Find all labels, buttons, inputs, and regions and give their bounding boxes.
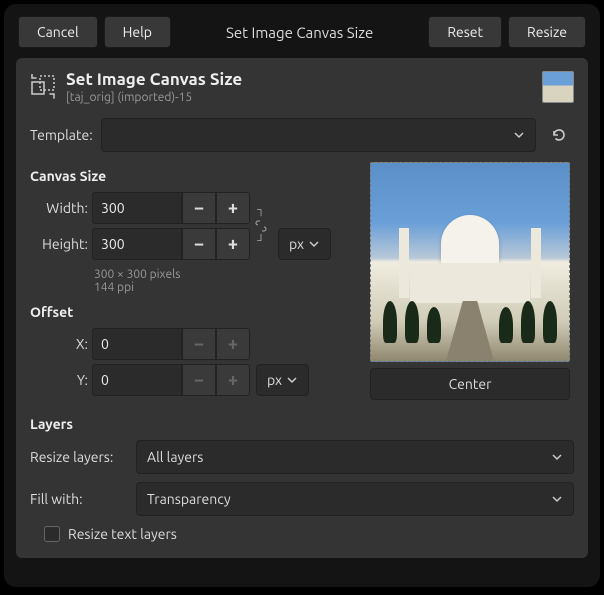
template-combo[interactable] [101,118,536,152]
offset-y-decrement[interactable]: − [182,364,216,396]
reset-button[interactable]: Reset [428,16,502,48]
offset-y-label: Y: [30,372,88,388]
header: Set Image Canvas Size [taj_orig] (import… [30,70,574,104]
chevron-down-icon [308,238,320,250]
toolbar: Cancel Help Set Image Canvas Size Reset … [6,6,598,58]
chain-broken-icon [255,220,267,232]
dimensions-readout: 300 × 300 pixels [94,268,352,281]
width-label: Width: [30,200,88,216]
page-title: Set Image Canvas Size [66,70,532,89]
ppi-readout: 144 ppi [94,281,352,294]
canvas-resize-icon [30,74,56,100]
link-bottom-icon: ┘ [257,236,265,247]
width-row: Width: − + [30,192,250,224]
height-label: Height: [30,236,88,252]
width-increment[interactable]: + [216,192,250,224]
resize-layers-value: All layers [147,449,203,465]
chevron-down-icon [513,129,525,141]
resize-text-layers-label: Resize text layers [68,526,177,542]
offset-unit-value: px [267,372,282,388]
link-top-icon: ┐ [257,205,265,216]
offset-x-increment[interactable]: + [216,328,250,360]
fill-with-label: Fill with: [30,491,126,507]
width-input[interactable] [92,192,182,224]
offset-y-input[interactable] [92,364,182,396]
offset-unit-combo[interactable]: px [256,364,309,396]
height-increment[interactable]: + [216,228,250,260]
resize-text-layers-checkbox[interactable] [44,526,60,542]
resize-layers-combo[interactable]: All layers [136,440,574,474]
resize-layers-label: Resize layers: [30,449,126,465]
resize-layers-row: Resize layers: All layers [30,440,574,474]
offset-x-decrement[interactable]: − [182,328,216,360]
resize-button[interactable]: Resize [508,16,586,48]
cancel-button[interactable]: Cancel [18,16,98,48]
resize-text-layers-row: Resize text layers [44,526,574,542]
chevron-down-icon [551,493,563,505]
offset-section: Offset [30,304,352,320]
layers-section: Layers [30,416,574,432]
offset-x-label: X: [30,336,88,352]
chevron-down-icon [286,374,298,386]
chevron-down-icon [551,451,563,463]
offset-x-row: X: − + [30,328,352,360]
template-row: Template: [30,118,574,152]
width-decrement[interactable]: − [182,192,216,224]
canvas-unit-value: px [289,236,304,252]
page-subtitle: [taj_orig] (imported)-15 [66,91,532,104]
template-label: Template: [30,127,93,143]
offset-x-input[interactable] [92,328,182,360]
height-input[interactable] [92,228,182,260]
template-reset-button[interactable] [544,126,574,144]
fill-with-combo[interactable]: Transparency [136,482,574,516]
canvas-unit-combo[interactable]: px [278,228,331,260]
offset-y-row: Y: − + px [30,364,352,396]
height-decrement[interactable]: − [182,228,216,260]
canvas-size-section: Canvas Size [30,168,352,184]
help-button[interactable]: Help [104,16,171,48]
canvas-preview[interactable] [370,162,570,362]
image-thumbnail [542,71,574,103]
dialog-window: Cancel Help Set Image Canvas Size Reset … [4,4,600,587]
link-dimensions-toggle[interactable]: ┐ ┘ [250,192,272,260]
window-title: Set Image Canvas Size [177,24,422,41]
fill-with-value: Transparency [147,491,231,507]
height-row: Height: − + [30,228,250,260]
offset-y-increment[interactable]: + [216,364,250,396]
center-button[interactable]: Center [370,368,570,400]
fill-with-row: Fill with: Transparency [30,482,574,516]
main-panel: Set Image Canvas Size [taj_orig] (import… [16,58,588,558]
